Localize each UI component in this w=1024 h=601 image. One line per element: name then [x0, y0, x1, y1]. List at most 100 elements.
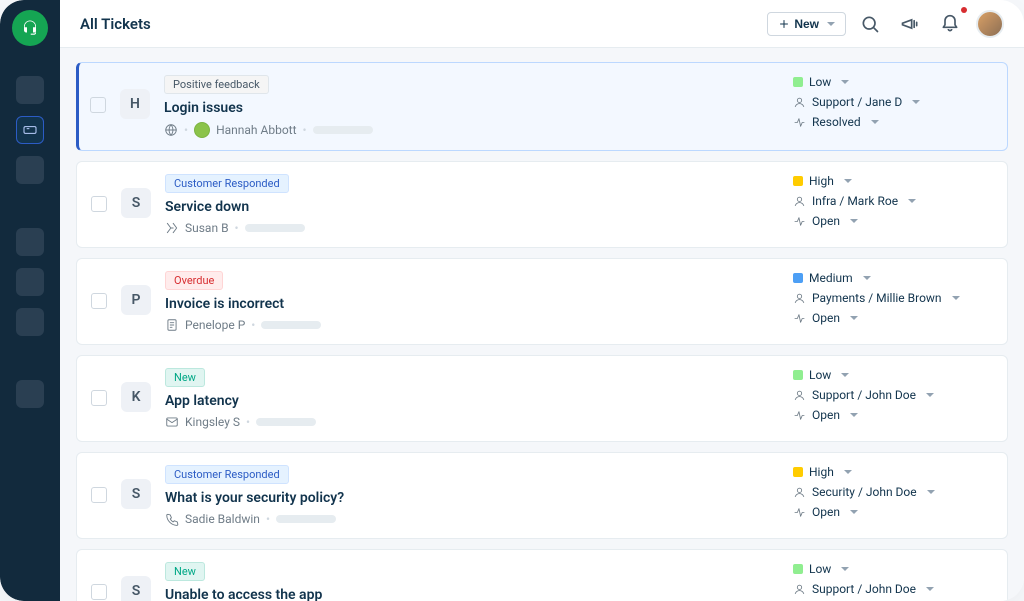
- priority-selector[interactable]: Low: [793, 368, 993, 382]
- chevron-down-icon: [926, 393, 934, 401]
- ticket-row[interactable]: S Customer Responded Service down Susan …: [76, 161, 1008, 248]
- ticket-tag: New: [165, 368, 205, 387]
- chevron-down-icon: [844, 179, 852, 187]
- assignee-selector[interactable]: Payments / Millie Brown: [793, 291, 993, 305]
- nav-item-6[interactable]: [16, 308, 44, 336]
- priority-selector[interactable]: High: [793, 465, 993, 479]
- chevron-down-icon: [863, 276, 871, 284]
- assignee-selector[interactable]: Support / Jane D: [793, 95, 993, 109]
- headset-icon: [21, 19, 39, 37]
- chevron-down-icon: [871, 120, 879, 128]
- status-selector[interactable]: Open: [793, 408, 993, 422]
- status-selector[interactable]: Open: [793, 214, 993, 228]
- ticket-meta: • Hannah Abbott •: [164, 122, 793, 138]
- assignee-selector[interactable]: Support / John Doe: [793, 582, 993, 596]
- ticket-properties: Low Support / Jane D Resolved: [793, 75, 993, 129]
- requester-avatar: P: [121, 285, 151, 315]
- page-title: All Tickets: [80, 15, 151, 33]
- requester-name: Sadie Baldwin: [185, 512, 260, 526]
- requester-name: Susan B: [185, 221, 229, 235]
- profile-avatar[interactable]: [976, 10, 1004, 38]
- priority-selector[interactable]: Medium: [793, 271, 993, 285]
- bell-icon: [940, 14, 960, 34]
- megaphone-icon: [900, 14, 920, 34]
- meta-placeholder: [245, 224, 305, 232]
- ticket-subject[interactable]: App latency: [165, 393, 793, 409]
- sentiment-icon: [194, 122, 210, 138]
- ticket-row[interactable]: S Customer Responded What is your securi…: [76, 452, 1008, 539]
- app-logo[interactable]: [12, 10, 48, 46]
- ticket-checkbox[interactable]: [91, 293, 107, 309]
- main-pane: All Tickets New H Positive feedback: [60, 0, 1024, 601]
- ticket-subject[interactable]: Login issues: [164, 100, 793, 116]
- search-button[interactable]: [854, 8, 886, 40]
- ticket-checkbox[interactable]: [90, 97, 106, 113]
- ticket-meta: Kingsley S •: [165, 415, 793, 429]
- priority-color-icon: [793, 273, 803, 283]
- ticket-subject[interactable]: What is your security policy?: [165, 490, 793, 506]
- announce-button[interactable]: [894, 8, 926, 40]
- priority-selector[interactable]: Low: [793, 562, 993, 576]
- ticket-meta: Susan B •: [165, 221, 793, 235]
- new-button-label: New: [794, 17, 819, 31]
- ticket-tag: New: [165, 562, 205, 581]
- status-label: Open: [812, 505, 840, 519]
- ticket-list: H Positive feedback Login issues • Hanna…: [60, 48, 1024, 601]
- priority-color-icon: [793, 370, 803, 380]
- ticket-icon: [22, 122, 38, 138]
- nav-item-7[interactable]: [16, 380, 44, 408]
- nav-item-tickets[interactable]: [16, 116, 44, 144]
- ticket-checkbox[interactable]: [91, 487, 107, 503]
- ticket-subject[interactable]: Invoice is incorrect: [165, 296, 793, 312]
- requester-avatar: S: [121, 188, 151, 218]
- ticket-body: New App latency Kingsley S •: [165, 368, 793, 429]
- nav-item-3[interactable]: [16, 156, 44, 184]
- assignee-label: Payments / Millie Brown: [812, 291, 942, 305]
- chevron-down-icon: [908, 199, 916, 207]
- app-shell: All Tickets New H Positive feedback: [0, 0, 1024, 601]
- nav-item-1[interactable]: [16, 76, 44, 104]
- ticket-tag: Overdue: [165, 271, 223, 290]
- ticket-checkbox[interactable]: [91, 390, 107, 406]
- ticket-row[interactable]: K New App latency Kingsley S • Low Suppo…: [76, 355, 1008, 442]
- ticket-meta: Sadie Baldwin •: [165, 512, 793, 526]
- priority-color-icon: [793, 467, 803, 477]
- ticket-subject[interactable]: Service down: [165, 199, 793, 215]
- ticket-row[interactable]: H Positive feedback Login issues • Hanna…: [76, 62, 1008, 151]
- assignee-label: Security / John Doe: [812, 485, 917, 499]
- assignee-label: Support / Jane D: [812, 95, 902, 109]
- plus-icon: [778, 18, 790, 30]
- top-bar: All Tickets New: [60, 0, 1024, 48]
- ticket-tag: Customer Responded: [165, 174, 289, 193]
- chevron-down-icon: [850, 413, 858, 421]
- status-selector[interactable]: Resolved: [793, 115, 993, 129]
- channel-icon: [165, 221, 179, 235]
- meta-placeholder: [256, 418, 316, 426]
- chevron-down-icon: [850, 316, 858, 324]
- chevron-down-icon: [841, 80, 849, 88]
- priority-label: High: [809, 174, 834, 188]
- priority-selector[interactable]: Low: [793, 75, 993, 89]
- status-selector[interactable]: Open: [793, 505, 993, 519]
- nav-item-5[interactable]: [16, 268, 44, 296]
- ticket-checkbox[interactable]: [91, 196, 107, 212]
- ticket-row[interactable]: P Overdue Invoice is incorrect Penelope …: [76, 258, 1008, 345]
- status-selector[interactable]: Open: [793, 311, 993, 325]
- ticket-meta: Penelope P •: [165, 318, 793, 332]
- priority-color-icon: [793, 176, 803, 186]
- notifications-button[interactable]: [934, 8, 966, 40]
- ticket-subject[interactable]: Unable to access the app: [165, 587, 793, 601]
- assignee-selector[interactable]: Support / John Doe: [793, 388, 993, 402]
- priority-selector[interactable]: High: [793, 174, 993, 188]
- priority-color-icon: [793, 564, 803, 574]
- assignee-selector[interactable]: Infra / Mark Roe: [793, 194, 993, 208]
- requester-avatar: K: [121, 382, 151, 412]
- meta-placeholder: [276, 515, 336, 523]
- nav-item-4[interactable]: [16, 228, 44, 256]
- assignee-selector[interactable]: Security / John Doe: [793, 485, 993, 499]
- ticket-row[interactable]: S New Unable to access the app Samuel C …: [76, 549, 1008, 601]
- new-button[interactable]: New: [767, 12, 846, 36]
- priority-label: Low: [809, 368, 831, 382]
- ticket-checkbox[interactable]: [91, 584, 107, 600]
- search-icon: [860, 14, 880, 34]
